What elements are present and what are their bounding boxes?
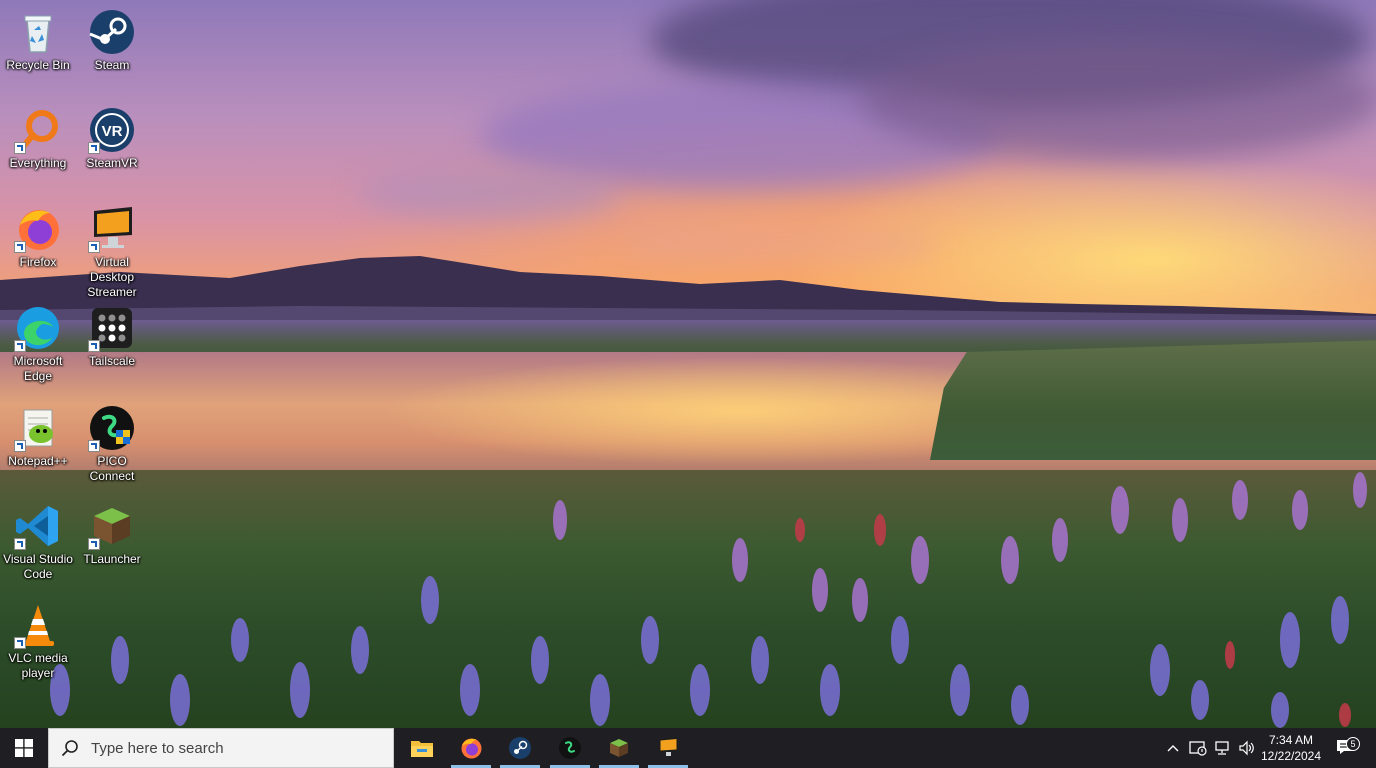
desktop-icon-tlauncher[interactable]: TLauncher [74, 502, 150, 567]
desktop-icon-microsoft-edge[interactable]: Microsoft Edge [0, 304, 76, 384]
desktop-icon-virtual-desktop-streamer[interactable]: Virtual Desktop Streamer [74, 205, 150, 300]
desktop-icon-label: Firefox [19, 255, 57, 269]
shortcut-arrow-icon [88, 538, 100, 550]
steamvr-glyph-text: VR [102, 123, 123, 140]
monitor-icon [659, 737, 678, 756]
pico-icon [88, 404, 136, 452]
firefox-icon [461, 738, 482, 759]
taskbar: 7:34 AM 12/22/2024 5 [0, 728, 1376, 768]
tailscale-icon [88, 304, 136, 352]
steamvr-icon: VR [88, 106, 136, 154]
steam-icon [509, 737, 531, 759]
shortcut-arrow-icon [14, 538, 26, 550]
security-icon [1189, 741, 1207, 756]
firefox-icon [14, 205, 62, 253]
desktop-icon-label: Virtual Desktop Streamer [87, 255, 137, 299]
shortcut-arrow-icon [88, 142, 100, 154]
tlauncher-icon [610, 739, 628, 757]
shortcut-arrow-icon [14, 241, 26, 253]
shortcut-arrow-icon [14, 637, 26, 649]
taskbar-app-firefox[interactable] [451, 728, 491, 768]
network-icon [1215, 741, 1229, 755]
start-button[interactable] [0, 728, 48, 768]
desktop-icon-label: Microsoft Edge [13, 354, 63, 383]
desktop-icon-tailscale[interactable]: Tailscale [74, 304, 150, 369]
desktop-icon-label: Everything [9, 156, 67, 170]
taskbar-app-pico-connect[interactable] [550, 728, 590, 768]
windows-logo-icon [15, 739, 33, 757]
desktop-icon-everything[interactable]: Everything [0, 106, 76, 171]
desktop-icon-label: Recycle Bin [6, 58, 70, 72]
edge-icon [14, 304, 62, 352]
taskbar-app-tlauncher[interactable] [599, 728, 639, 768]
shortcut-arrow-icon [14, 340, 26, 352]
wallpaper-flowers [50, 472, 1367, 728]
desktop-icon-label: Steam [94, 58, 130, 72]
action-center-button[interactable]: 5 [1330, 728, 1362, 768]
desktop-icon-label: Tailscale [88, 354, 136, 368]
desktop-icon-notepadpp[interactable]: Notepad++ [0, 404, 76, 469]
folder-icon [411, 741, 433, 757]
steam-icon [88, 8, 136, 56]
shortcut-arrow-icon [14, 142, 26, 154]
shortcut-arrow-icon [88, 241, 100, 253]
vlc-icon [14, 601, 62, 649]
taskbar-app-file-explorer[interactable] [402, 728, 442, 768]
taskbar-app-virtual-desktop[interactable] [648, 728, 688, 768]
taskbar-clock[interactable]: 7:34 AM 12/22/2024 [1256, 728, 1326, 768]
desktop-icon-firefox[interactable]: Firefox [0, 205, 76, 270]
shortcut-arrow-icon [88, 340, 100, 352]
desktop-icon-vlc[interactable]: VLC media player [0, 601, 76, 681]
shortcut-arrow-icon [88, 440, 100, 452]
speaker-icon [1239, 740, 1254, 756]
pico-icon [559, 737, 581, 759]
desktop-icon-pico-connect[interactable]: PICO Connect [74, 404, 150, 484]
vscode-icon [14, 502, 62, 550]
taskbar-app-steam[interactable] [500, 728, 540, 768]
tray-overflow-button[interactable] [1162, 728, 1184, 768]
shortcut-arrow-icon [14, 440, 26, 452]
desktop-icon-label: PICO Connect [89, 454, 135, 483]
tlauncher-icon [88, 502, 136, 550]
clock-time: 7:34 AM [1268, 733, 1314, 747]
desktop-icon-label: Visual Studio Code [3, 552, 73, 581]
desktop-icon-vscode[interactable]: Visual Studio Code [0, 502, 76, 582]
tray-network-button[interactable] [1211, 728, 1235, 768]
desktop-icon-label: SteamVR [86, 156, 138, 170]
chevron-up-icon [1167, 745, 1179, 752]
desktop-icon-recycle-bin[interactable]: Recycle Bin [0, 8, 76, 73]
clock-date: 12/22/2024 [1260, 749, 1322, 763]
tray-security-button[interactable] [1186, 728, 1210, 768]
desktop-icon-steamvr[interactable]: VR SteamVR [74, 106, 150, 171]
desktop-icon-steam[interactable]: Steam [74, 8, 150, 73]
notepadpp-icon [14, 404, 62, 452]
desktop-icon-label: Notepad++ [8, 454, 68, 468]
taskbar-search-box[interactable] [48, 728, 394, 768]
notification-count-badge: 5 [1346, 737, 1360, 751]
desktop-icon-label: VLC media player [8, 651, 68, 680]
desktop-wallpaper [0, 0, 1376, 728]
monitor-icon [88, 205, 136, 253]
everything-icon [14, 106, 62, 154]
recycle-bin-icon [14, 8, 62, 56]
desktop-icon-label: TLauncher [83, 552, 141, 566]
search-icon [61, 740, 78, 757]
search-input[interactable] [89, 738, 373, 758]
